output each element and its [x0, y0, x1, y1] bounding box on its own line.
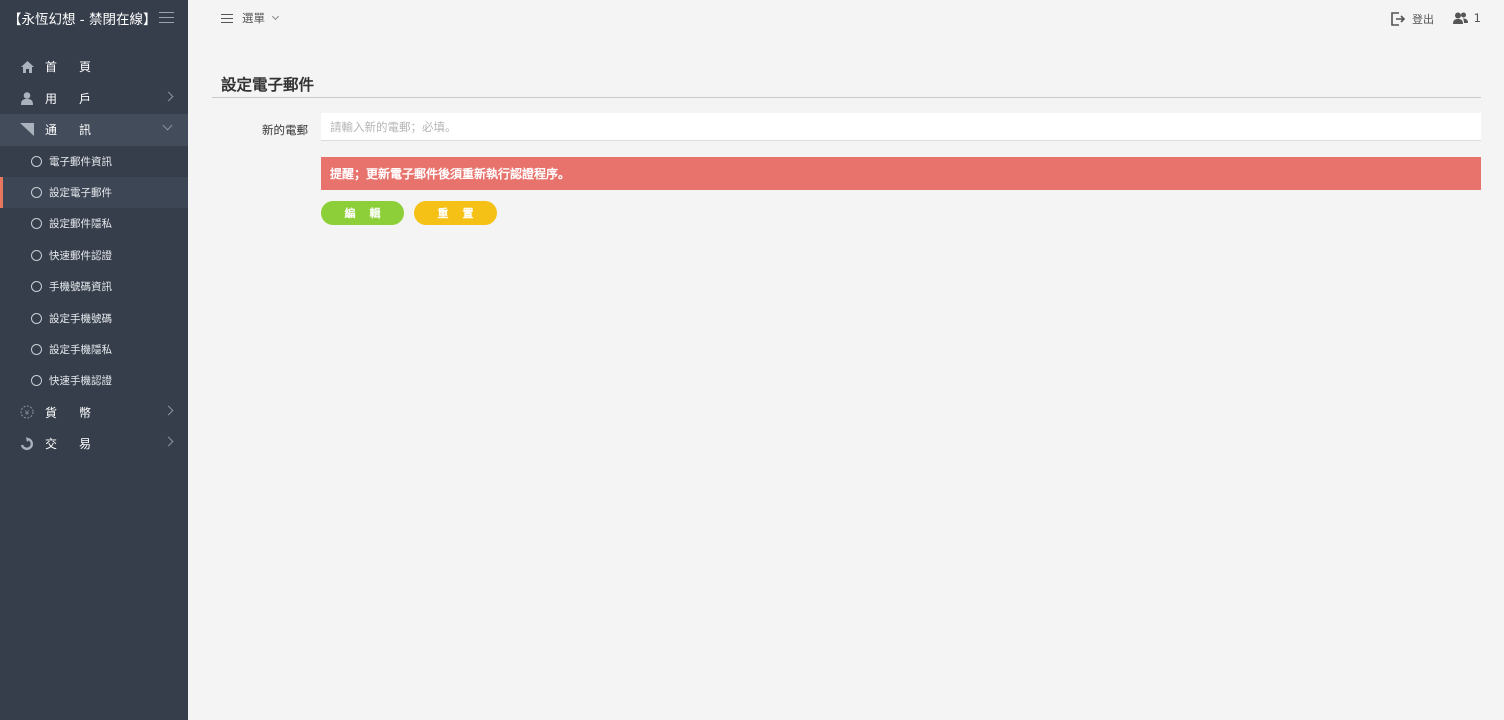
circle-icon [31, 155, 42, 167]
home-icon [20, 60, 34, 74]
chevron-down-icon [271, 12, 280, 21]
user-count: 1 [1473, 11, 1481, 25]
logout-button[interactable]: 登出 [1391, 11, 1434, 27]
users-icon [1452, 12, 1468, 24]
circle-icon [31, 249, 42, 261]
user-icon [20, 91, 34, 105]
menu-label: 選單 [242, 11, 265, 25]
logout-icon [1391, 12, 1405, 26]
subitem-email-privacy[interactable]: 設定郵件隱私 [0, 208, 188, 239]
menu-icon [221, 11, 233, 26]
circle-icon [31, 312, 42, 324]
alert-banner: 提醒；更新電子郵件後須重新執行認證程序。 [321, 157, 1481, 190]
subitem-set-email[interactable]: 設定電子郵件 [0, 176, 188, 209]
edit-button[interactable]: 編輯 [321, 201, 404, 225]
brand: 【永恆幻想 - 禁閉在線】 [0, 0, 188, 36]
circle-icon [31, 344, 42, 356]
subitem-label: 設定手機號碼 [49, 312, 112, 325]
sidebar-item-trade[interactable]: 交易 [0, 428, 188, 460]
chevron-right-icon [163, 405, 174, 416]
signal-icon [20, 123, 34, 137]
brand-title: 【永恆幻想 - 禁閉在線】 [8, 12, 157, 28]
online-users[interactable]: 1 [1452, 11, 1481, 25]
logout-label: 登出 [1412, 13, 1434, 26]
svg-text:¥: ¥ [25, 409, 30, 417]
sidebar-item-label: 交易 [45, 437, 114, 452]
chevron-right-icon [163, 91, 174, 101]
circle-icon [31, 218, 42, 230]
subitem-label: 快速郵件認證 [49, 249, 112, 262]
sidebar-toggle-icon[interactable] [159, 12, 174, 24]
circle-icon [31, 187, 42, 199]
sidebar-item-label: 用戶 [45, 91, 114, 106]
subitem-phone-info[interactable]: 手機號碼資訊 [0, 271, 188, 302]
topbar: 選單 登出 1 [188, 0, 1504, 36]
subitem-label: 快速手機認證 [49, 375, 112, 388]
email-input[interactable] [321, 113, 1481, 141]
sidebar: 【永恆幻想 - 禁閉在線】 首頁 用戶 通訊 電子郵件資訊 設定電子郵件 設定郵… [0, 0, 188, 720]
sidebar-item-home[interactable]: 首頁 [0, 51, 188, 83]
circle-icon [31, 375, 42, 387]
subitem-label: 電子郵件資訊 [49, 155, 112, 168]
subitem-quick-phone-verify[interactable]: 快速手機認證 [0, 365, 188, 396]
divider [212, 97, 1481, 98]
subitem-phone-privacy[interactable]: 設定手機隱私 [0, 334, 188, 365]
subitem-set-phone[interactable]: 設定手機號碼 [0, 302, 188, 333]
subitem-label: 手機號碼資訊 [49, 281, 112, 294]
page-title: 設定電子郵件 [221, 76, 315, 94]
sidebar-item-label: 貨幣 [45, 405, 114, 420]
subitem-email-info[interactable]: 電子郵件資訊 [0, 146, 188, 177]
alert-text: 提醒；更新電子郵件後須重新執行認證程序。 [330, 167, 571, 181]
circle-icon [31, 281, 42, 293]
sidebar-nav: 首頁 用戶 通訊 電子郵件資訊 設定電子郵件 設定郵件隱私 快速郵件認證 手機號… [0, 51, 188, 460]
subitem-label: 設定郵件隱私 [49, 218, 112, 231]
subitem-label: 設定手機隱私 [49, 344, 112, 357]
sidebar-item-label: 通訊 [45, 123, 114, 138]
subitem-label: 設定電子郵件 [49, 187, 112, 200]
sidebar-item-label: 首頁 [45, 60, 114, 75]
menu-button[interactable]: 選單 [221, 10, 280, 26]
sidebar-item-user[interactable]: 用戶 [0, 83, 188, 115]
chevron-right-icon [163, 436, 174, 447]
subitem-quick-email-verify[interactable]: 快速郵件認證 [0, 240, 188, 271]
sidebar-item-communication[interactable]: 通訊 [0, 114, 188, 146]
sidebar-item-currency[interactable]: ¥ 貨幣 [0, 397, 188, 429]
coin-icon: ¥ [20, 405, 34, 419]
email-field-label: 新的電郵 [262, 123, 308, 137]
chevron-down-icon [162, 120, 173, 131]
trade-icon [20, 436, 34, 451]
reset-button[interactable]: 重置 [414, 201, 497, 225]
